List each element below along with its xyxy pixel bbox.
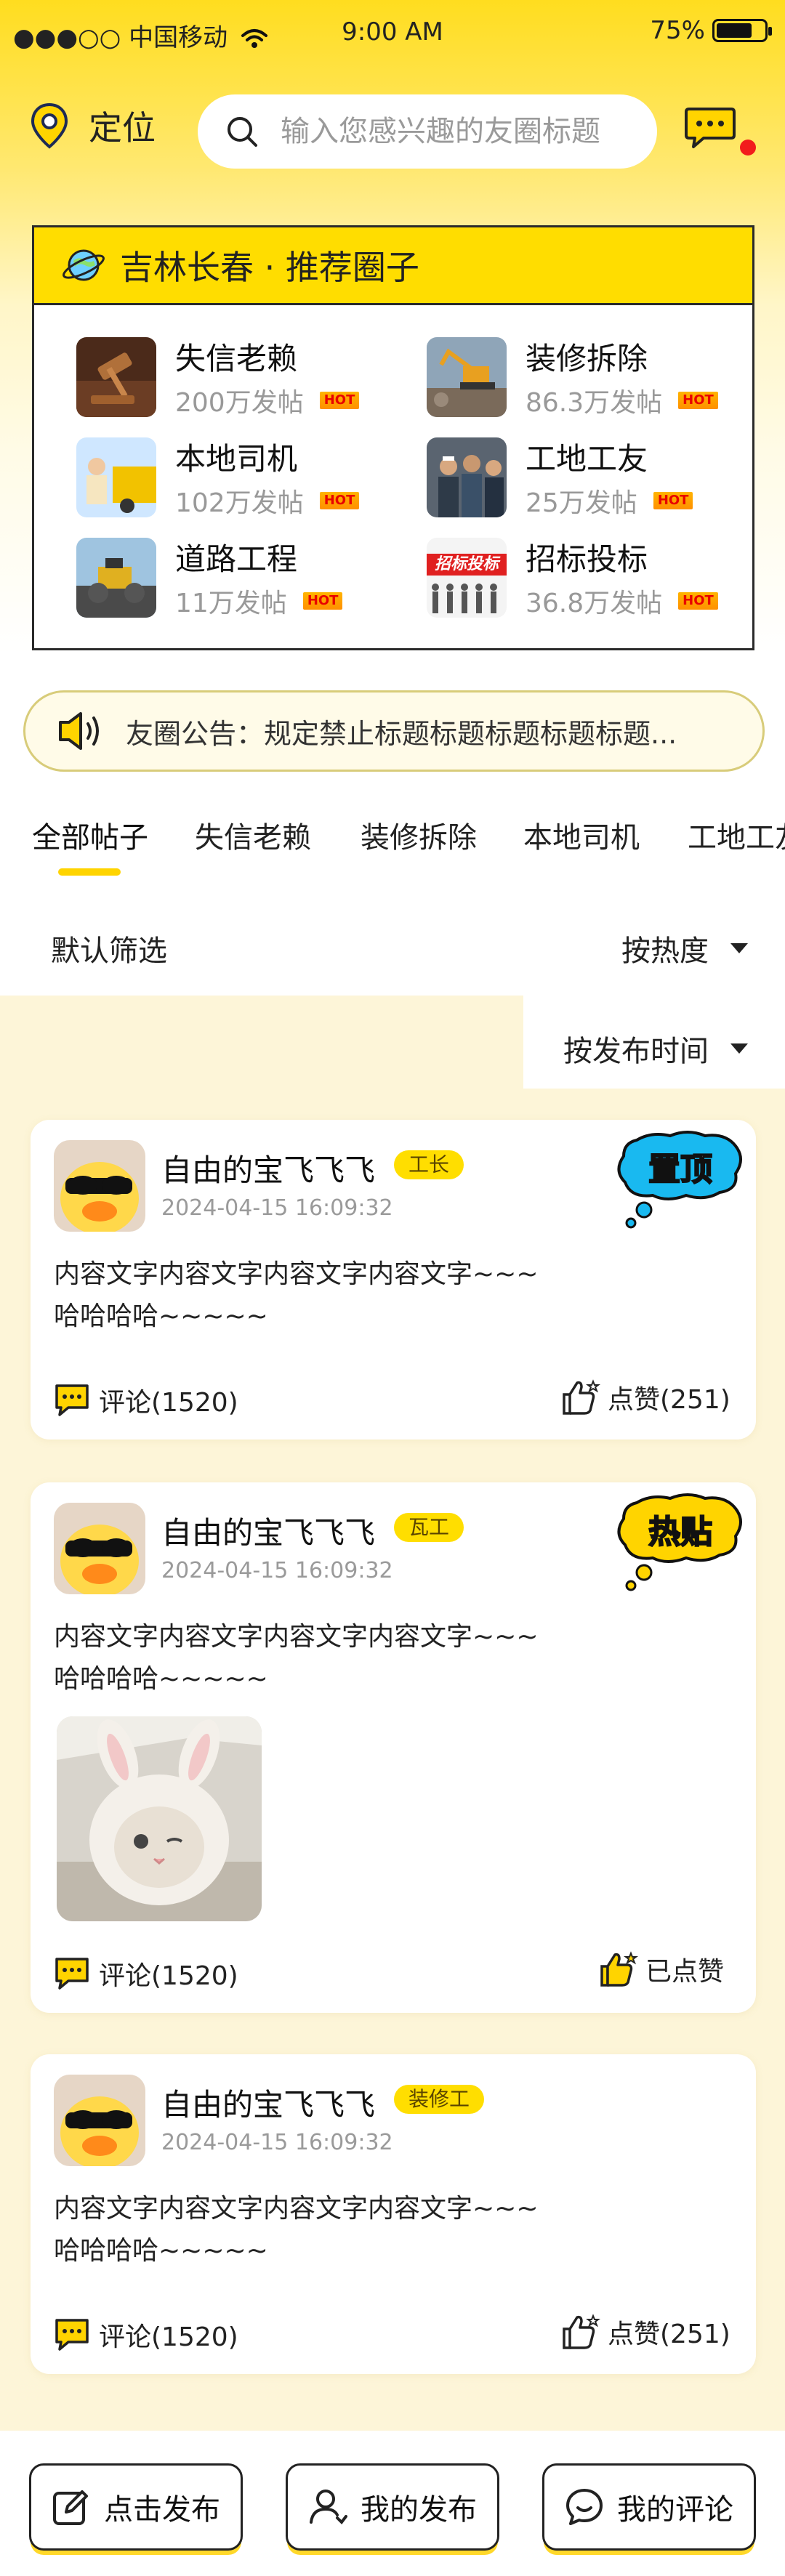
hot-badge: HOT [319,492,360,509]
edit-icon [53,2490,88,2525]
comment-icon [55,1958,89,1990]
filter-row-time: 按发布时间 [523,996,785,1089]
hot-post-sticker: 热贴 [615,1493,746,1596]
recommend-title: 吉林长春 · 推荐圈子 [120,248,419,287]
like-button[interactable]: 点赞(251) [560,1378,730,1416]
excavator-thumbnail [427,336,507,417]
circle-item[interactable]: 失信老赖 200万发帖 HOT [76,334,360,419]
tab-renovation[interactable]: 装修拆除 [361,814,477,856]
sticker-text: 置顶 [648,1150,713,1189]
circle-item[interactable]: 招标投标 招标投标 36.8万发帖 HOT [427,535,718,620]
thumbs-up-icon [563,1379,600,1415]
hot-badge: HOT [302,592,343,610]
avatar[interactable] [54,2075,145,2166]
thumbs-up-filled-icon [600,1951,638,1987]
post-content: 内容文字内容文字内容文字内容文字~~~ 哈哈哈哈~~~~~ [54,1622,539,1694]
post-image[interactable] [57,1716,262,1921]
circle-item[interactable]: 道路工程 11万发帖 HOT [76,535,343,620]
role-badge: 瓦工 [394,1513,464,1542]
comment-icon [55,2319,89,2351]
status-bar: ●●●○○ 中国移动 9:00 AM 75% [0,0,785,65]
search-icon [228,117,257,147]
recommend-header: 吉林长春 · 推荐圈子 [32,225,754,305]
hot-badge: HOT [319,392,360,409]
roadroller-thumbnail [76,537,156,618]
my-comments-button[interactable]: 我的评论 [542,2463,756,2551]
announcement-text: 友圈公告：规定禁止标题标题标题标题标题... [126,717,677,750]
search-bar[interactable] [198,94,657,169]
bidding-thumbnail: 招标投标 [427,537,507,618]
publish-button[interactable]: 点击发布 [29,2463,243,2551]
dropdown-arrow-icon [730,1043,748,1054]
default-filter[interactable]: 默认筛选 [51,927,167,969]
tab-dishonest[interactable]: 失信老赖 [195,814,311,856]
role-badge: 工长 [394,1150,464,1179]
message-icon[interactable] [685,106,736,150]
username[interactable]: 自由的宝飞飞飞 [161,2080,375,2125]
avatar[interactable] [54,1140,145,1232]
search-input[interactable] [279,114,631,149]
circle-item[interactable]: 本地司机 102万发帖 HOT [76,435,360,520]
workers-thumbnail [427,437,507,517]
hot-badge: HOT [678,592,718,610]
filter-row: 默认筛选 按热度 [0,894,785,996]
username[interactable]: 自由的宝飞飞飞 [161,1146,375,1190]
announcement-bar[interactable]: 友圈公告：规定禁止标题标题标题标题标题... [23,690,765,772]
post-content: 内容文字内容文字内容文字内容文字~~~ 哈哈哈哈~~~~~ [54,1259,539,1331]
driver-thumbnail [76,437,156,517]
unread-dot [740,140,756,156]
active-tab-indicator [58,868,121,876]
pinned-sticker: 置顶 [615,1130,746,1233]
tab-all[interactable]: 全部帖子 [32,814,148,856]
sort-time-dropdown[interactable]: 按发布时间 [563,1027,748,1070]
planet-icon [63,249,105,281]
post-content: 内容文字内容文字内容文字内容文字~~~ 哈哈哈哈~~~~~ [54,2194,539,2266]
dropdown-arrow-icon [730,943,748,953]
comment-button[interactable]: 评论(1520) [54,1955,238,1992]
hot-badge: HOT [678,392,718,409]
location-button[interactable]: 定位 [29,102,156,150]
battery-fill [717,23,752,38]
location-label: 定位 [89,108,156,148]
tab-workers[interactable]: 工地工友 [688,814,785,856]
recommend-box: 吉林长春 · 推荐圈子 失信老赖 200万发帖 HOT 装修拆除 86.3万发帖 HOT… [32,225,754,650]
comment-button[interactable]: 评论(1520) [54,1381,238,1419]
tab-drivers[interactable]: 本地司机 [523,814,640,856]
thumbs-up-icon [563,2314,600,2349]
user-icon [310,2490,347,2525]
post-time: 2024-04-15 16:09:32 [161,1558,393,1583]
circle-item[interactable]: 装修拆除 86.3万发帖 HOT [427,334,718,419]
avatar[interactable] [54,1503,145,1594]
post-time: 2024-04-15 16:09:32 [161,1195,393,1221]
hot-badge: HOT [653,492,693,509]
username[interactable]: 自由的宝飞飞飞 [161,1509,375,1553]
liked-button[interactable]: 已点赞 [597,1950,724,1988]
comment-icon [55,1384,89,1416]
comment-button[interactable]: 评论(1520) [54,2316,238,2354]
post-card[interactable]: 自由的宝飞飞飞 瓦工 2024-04-15 16:09:32 内容文字内容文字内… [31,1482,756,2013]
my-posts-button[interactable]: 我的发布 [286,2463,499,2551]
circle-item[interactable]: 工地工友 25万发帖 HOT [427,435,693,520]
speaker-icon [59,712,99,750]
battery-status: 75% [650,16,772,45]
post-card[interactable]: 自由的宝飞飞飞 工长 2024-04-15 16:09:32 内容文字内容文字内… [31,1120,756,1440]
sort-hot-dropdown[interactable]: 按热度 [621,927,748,969]
gavel-thumbnail [76,336,156,417]
like-button[interactable]: 点赞(251) [560,2313,730,2351]
post-time: 2024-04-15 16:09:32 [161,2130,393,2155]
location-pin-icon [31,102,68,149]
battery-icon [712,19,772,42]
chat-bubble-icon [566,2489,603,2525]
role-badge: 装修工 [394,2085,485,2114]
bottom-action-bar: 点击发布 我的发布 我的评论 [0,2431,785,2576]
sticker-text: 热贴 [648,1513,713,1551]
post-card[interactable]: 自由的宝飞飞飞 装修工 2024-04-15 16:09:32 内容文字内容文字… [31,2054,756,2374]
